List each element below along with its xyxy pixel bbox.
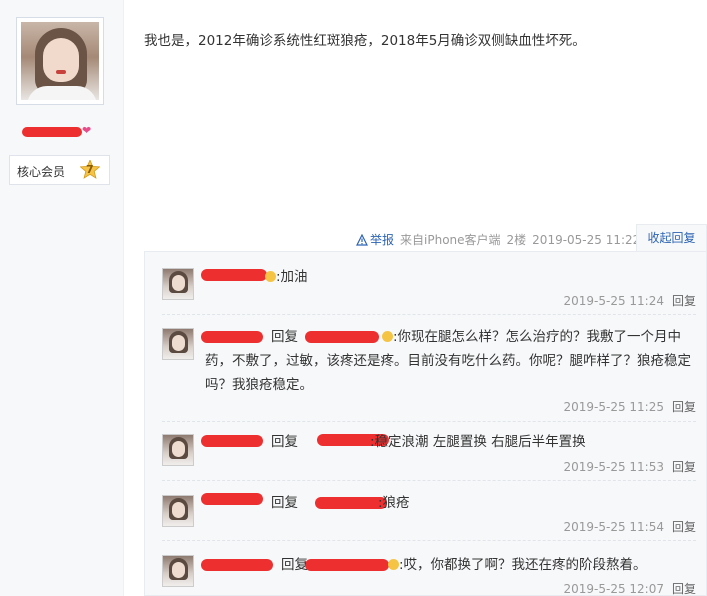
post-meta: 举报 来自iPhone客户端 2楼 2019-05-25 11:22 <box>356 231 640 248</box>
reply-button[interactable]: 回复 <box>672 294 696 308</box>
member-level: 7 <box>86 163 94 176</box>
emoji-icon <box>382 331 393 342</box>
reply-meta: 2019-5-25 11:53 回复 <box>563 458 696 475</box>
reply-text: :加油 <box>205 265 685 289</box>
collapse-replies-button[interactable]: 收起回复 <box>636 224 707 252</box>
post-content: 我也是，2012年确诊系统性红斑狼疮，2018年5月确诊双侧缺血性坏死。 <box>144 33 586 49</box>
reply-prefix: 回复 <box>271 495 298 511</box>
reply-avatar[interactable] <box>162 328 194 360</box>
emoji-icon <box>388 559 399 570</box>
reply-avatar[interactable] <box>162 434 194 466</box>
post-floor: 2楼 <box>506 233 527 247</box>
reply-avatar[interactable] <box>162 495 194 527</box>
reply-time: 2019-5-25 12:07 <box>563 582 664 596</box>
post-source: 来自iPhone客户端 <box>400 233 501 247</box>
heart-icon: ❤ <box>82 124 92 137</box>
reply-button[interactable]: 回复 <box>672 460 696 474</box>
report-link[interactable]: 举报 <box>356 231 394 248</box>
reply-text: 回复:稳定浪潮 左腿置换 右腿后半年置换 <box>271 434 586 450</box>
reply-button[interactable]: 回复 <box>672 400 696 414</box>
emoji-icon <box>265 271 276 282</box>
member-badge[interactable]: 核心会员 7 <box>9 155 110 185</box>
reply-meta: 2019-5-25 11:25 回复 <box>563 398 696 415</box>
author-sidebar: ❤ 核心会员 7 <box>0 0 124 596</box>
report-label: 举报 <box>370 233 395 247</box>
author-name-redacted[interactable]: ❤ <box>18 124 98 138</box>
reply-meta: 2019-5-25 11:24 回复 <box>563 292 696 309</box>
reply-text: 回复:哎，你都换了啊？我还在疼的阶段熬着。 <box>281 557 647 573</box>
member-badge-label: 核心会员 <box>17 165 66 179</box>
post-time: 2019-05-25 11:22 <box>532 232 641 247</box>
reply-text: 回复:狼疮 <box>271 495 410 511</box>
reply-time: 2019-5-25 11:25 <box>563 400 664 414</box>
reply-time: 2019-5-25 11:24 <box>563 294 664 308</box>
reply-prefix: 回复 <box>271 434 298 450</box>
reply-meta: 2019-5-25 11:54 回复 <box>563 518 696 535</box>
avatar-photo <box>21 22 99 100</box>
reply-button[interactable]: 回复 <box>672 520 696 534</box>
reply-button[interactable]: 回复 <box>672 582 696 596</box>
reply-meta: 2019-5-25 12:07 回复 <box>563 580 696 596</box>
reply-avatar[interactable] <box>162 555 194 587</box>
report-icon <box>356 233 368 246</box>
reply-avatar[interactable] <box>162 268 194 300</box>
reply-time: 2019-5-25 11:53 <box>563 460 664 474</box>
reply-text: 回复:你现在腿怎么样？怎么治疗的？我敷了一个月中药，不敷了，过敏，该疼还是疼。目… <box>205 329 691 393</box>
author-avatar[interactable] <box>16 17 104 105</box>
reply-list: :加油 2019-5-25 11:24 回复 回复:你现在腿怎么样？怎么治疗的？我… <box>144 251 707 596</box>
reply-prefix: 回复 <box>281 557 308 573</box>
reply-time: 2019-5-25 11:54 <box>563 520 664 534</box>
reply-prefix: 回复 <box>271 329 298 345</box>
